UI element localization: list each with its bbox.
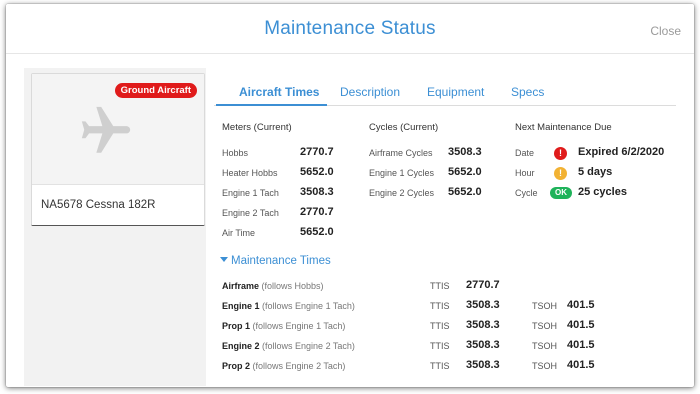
details-panel: Aircraft Times Description Equipment Spe…	[206, 68, 680, 386]
meter-value: 2770.7	[300, 146, 334, 158]
tsoh-value: 401.5	[567, 319, 595, 331]
ttis-value: 3508.3	[466, 359, 500, 371]
tsoh-value: 401.5	[567, 359, 595, 371]
ttis-value: 3508.3	[466, 319, 500, 331]
maintenance-status-modal: Maintenance Status Close Ground Aircraft…	[6, 4, 694, 387]
maintenance-row: Engine 2 (follows Engine 2 Tach)	[222, 341, 355, 351]
ttis-value: 2770.7	[466, 279, 500, 291]
caret-down-icon	[220, 257, 228, 262]
meter-label: Engine 2 Tach	[222, 208, 279, 218]
due-label: Cycle	[515, 188, 538, 198]
meter-value: 3508.3	[300, 186, 334, 198]
tab-bar: Aircraft Times Description Equipment Spe…	[214, 78, 676, 106]
meter-label: Heater Hobbs	[222, 168, 278, 178]
component-follows: (follows Engine 1 Tach)	[262, 301, 355, 311]
aircraft-card-footer: NA5678 Cessna 182R	[32, 184, 204, 225]
warning-alert-icon: !	[554, 167, 567, 180]
cycle-label: Engine 1 Cycles	[369, 168, 435, 178]
component-follows: (follows Engine 2 Tach)	[262, 341, 355, 351]
active-tab-indicator	[216, 104, 327, 106]
meter-value: 5652.0	[300, 226, 334, 238]
maintenance-row: Airframe (follows Hobbs)	[222, 281, 324, 291]
due-value: 25 cycles	[578, 186, 627, 198]
component-follows: (follows Hobbs)	[261, 281, 324, 291]
ttis-label: TTIS	[430, 341, 450, 351]
cycle-value: 5652.0	[448, 186, 482, 198]
aircraft-name: NA5678 Cessna 182R	[41, 199, 156, 211]
maintenance-row: Prop 2 (follows Engine 2 Tach)	[222, 361, 345, 371]
tsoh-value: 401.5	[567, 299, 595, 311]
modal-header: Maintenance Status Close	[6, 4, 694, 54]
component-name: Prop 2	[222, 361, 251, 371]
close-button[interactable]: Close	[650, 24, 681, 38]
ok-status-badge: OK	[550, 187, 572, 199]
cycle-value: 3508.3	[448, 146, 482, 158]
ttis-label: TTIS	[430, 301, 450, 311]
cycles-heading: Cycles (Current)	[369, 122, 439, 133]
due-label: Date	[515, 148, 535, 158]
component-name: Prop 1	[222, 321, 251, 331]
tab-specs[interactable]: Specs	[511, 85, 544, 99]
meter-value: 2770.7	[300, 206, 334, 218]
next-due-heading: Next Maintenance Due	[515, 122, 612, 133]
component-name: Airframe	[222, 281, 260, 291]
modal-title: Maintenance Status	[264, 18, 436, 39]
tsoh-label: TSOH	[532, 341, 558, 351]
component-name: Engine 2	[222, 341, 260, 351]
tsoh-label: TSOH	[532, 301, 558, 311]
tsoh-label: TSOH	[532, 361, 558, 371]
maintenance-row: Engine 1 (follows Engine 1 Tach)	[222, 301, 355, 311]
component-follows: (follows Engine 2 Tach)	[252, 361, 346, 371]
cycle-label: Engine 2 Cycles	[369, 188, 435, 198]
ttis-value: 3508.3	[466, 299, 500, 311]
maintenance-times-label: Maintenance Times	[231, 255, 331, 267]
tsoh-value: 401.5	[567, 339, 595, 351]
aircraft-image: Ground Aircraft	[32, 74, 204, 184]
ttis-label: TTIS	[430, 281, 450, 291]
airplane-icon	[81, 106, 131, 153]
maintenance-row: Prop 1 (follows Engine 1 Tach)	[222, 321, 345, 331]
due-label: Hour	[515, 168, 535, 178]
meters-heading: Meters (Current)	[222, 122, 292, 133]
component-name: Engine 1	[222, 301, 260, 311]
ttis-label: TTIS	[430, 361, 450, 371]
tab-equipment[interactable]: Equipment	[427, 85, 484, 99]
meter-label: Engine 1 Tach	[222, 188, 279, 198]
due-value: 5 days	[578, 166, 613, 178]
ground-aircraft-badge: Ground Aircraft	[114, 83, 197, 98]
aircraft-card[interactable]: Ground Aircraft NA5678 Cessna 182R	[31, 73, 205, 226]
tab-description[interactable]: Description	[340, 85, 400, 99]
expired-alert-icon: !	[554, 147, 567, 160]
meter-label: Air Time	[222, 228, 256, 238]
due-value: Expired 6/2/2020	[578, 146, 665, 158]
modal-body: Ground Aircraft NA5678 Cessna 182R Aircr…	[24, 68, 680, 386]
cycle-label: Airframe Cycles	[369, 148, 433, 158]
cycle-value: 5652.0	[448, 166, 482, 178]
maintenance-times-toggle[interactable]: Maintenance Times	[220, 255, 331, 267]
tsoh-label: TSOH	[532, 321, 558, 331]
meter-value: 5652.0	[300, 166, 334, 178]
meter-label: Hobbs	[222, 148, 249, 158]
ttis-label: TTIS	[430, 321, 450, 331]
component-follows: (follows Engine 1 Tach)	[252, 321, 346, 331]
tab-aircraft-times[interactable]: Aircraft Times	[239, 85, 319, 99]
ttis-value: 3508.3	[466, 339, 500, 351]
